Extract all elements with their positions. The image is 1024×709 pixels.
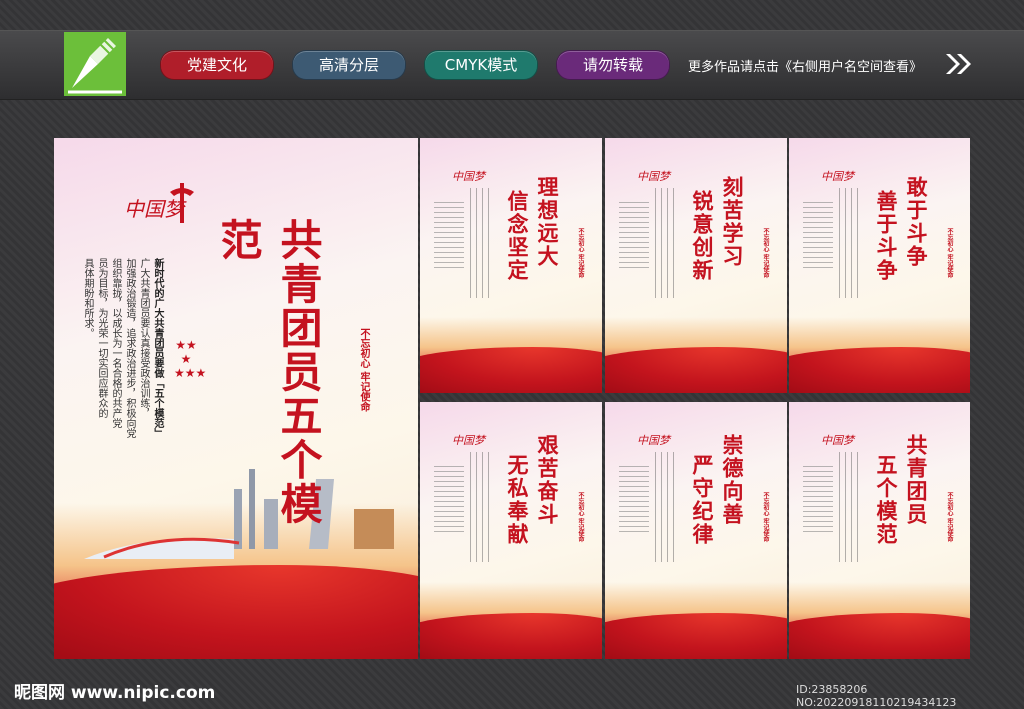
small-seal: 不忘初心 牢记使命 (762, 492, 769, 543)
main-body-line-4: 组织靠拢，以成长为一名合格的共产党 (110, 258, 121, 428)
main-poster: 中国梦 共青团员五个模范 不忘初心 牢记使命 ★★ ★ ★★★ 新时代的广大共青团员… (54, 138, 418, 659)
double-chevron-right-icon[interactable] (944, 50, 974, 78)
main-body-line-2: 广大共青团员要认真接受政治训练， (138, 258, 149, 418)
tag-no-repost[interactable]: 请勿转载 (556, 50, 670, 80)
body-text-lines (803, 202, 833, 272)
poster-4: 中国梦 艰苦奋斗 无私奉献 不忘初心 牢记使命 (420, 402, 602, 659)
body-text-columns (839, 188, 863, 298)
site-watermark: 昵图网 www.nipic.com (14, 683, 216, 703)
small-seal: 不忘初心 牢记使命 (577, 228, 584, 279)
body-text-lines (619, 202, 649, 272)
china-dream-logo: 中国梦 (637, 170, 670, 183)
main-body-line-3: 加强政治锻造，追求政治进步，积极向党 (124, 258, 135, 438)
red-wave (54, 565, 418, 659)
poster-title-b: 无私奉献 (505, 454, 530, 546)
poster-5: 中国梦 崇德向善 严守纪律 不忘初心 牢记使命 (605, 402, 787, 659)
poster-title-b: 锐意创新 (690, 190, 715, 282)
poster-title-a: 崇德向善 (720, 434, 745, 526)
more-works-link[interactable]: 更多作品请点击《右侧用户名空间查看》 (688, 56, 922, 75)
poster-title-b: 五个模范 (874, 454, 899, 546)
tag-party-culture[interactable]: 党建文化 (160, 50, 274, 80)
main-title: 共青团员五个模范 (214, 218, 323, 526)
pen-logo-icon (64, 32, 126, 96)
body-text-lines (803, 466, 833, 536)
china-dream-logo: 中国梦 (637, 434, 670, 447)
poster-title-b: 善于斗争 (874, 190, 899, 282)
main-body-line-1: 新时代的广大共青团员要做「五个模范」 (152, 258, 163, 438)
small-seal: 不忘初心 牢记使命 (946, 228, 953, 279)
main-seal: 不忘初心 牢记使命 (358, 328, 369, 412)
body-text-lines (434, 466, 464, 536)
small-seal: 不忘初心 牢记使命 (762, 228, 769, 279)
poster-1: 中国梦 理想远大 信念坚定 不忘初心 牢记使命 (420, 138, 602, 393)
small-seal: 不忘初心 牢记使命 (946, 492, 953, 543)
china-dream-logo: 中国梦 (452, 170, 485, 183)
tag-cmyk[interactable]: CMYK模式 (424, 50, 538, 80)
body-text-columns (470, 452, 494, 562)
poster-3: 中国梦 敢于斗争 善于斗争 不忘初心 牢记使命 (789, 138, 970, 393)
body-text-columns (655, 452, 679, 562)
china-dream-logo: 中国梦 (452, 434, 485, 447)
body-text-lines (619, 466, 649, 536)
poster-title-b: 严守纪律 (690, 454, 715, 546)
poster-title-b: 信念坚定 (505, 190, 530, 282)
poster-2: 中国梦 刻苦学习 锐意创新 不忘初心 牢记使命 (605, 138, 787, 393)
poster-title-a: 艰苦奋斗 (535, 434, 560, 526)
poster-6: 中国梦 共青团员 五个模范 不忘初心 牢记使命 (789, 402, 970, 659)
china-dream-logo: 中国梦 (821, 434, 854, 447)
body-text-lines (434, 202, 464, 272)
image-id: ID:23858206 NO:20220918110219434123 (796, 683, 957, 709)
poster-title-a: 理想远大 (535, 176, 560, 268)
poster-title-a: 敢于斗争 (904, 176, 929, 268)
huabiao-icon (170, 183, 194, 223)
body-text-columns (470, 188, 494, 298)
china-dream-logo: 中国梦 (821, 170, 854, 183)
tag-hd-layers[interactable]: 高清分层 (292, 50, 406, 80)
body-text-columns (655, 188, 679, 298)
main-body-line-6: 具体期盼和所求。 (82, 258, 93, 338)
body-text-columns (839, 452, 863, 562)
small-seal: 不忘初心 牢记使命 (577, 492, 584, 543)
poster-title-a: 刻苦学习 (720, 176, 745, 268)
stars-icon: ★★ ★ ★★★ (174, 338, 207, 380)
main-body-line-5: 员为目标，为光荣一切实回应群众的 (96, 258, 107, 418)
poster-title-a: 共青团员 (904, 434, 929, 526)
